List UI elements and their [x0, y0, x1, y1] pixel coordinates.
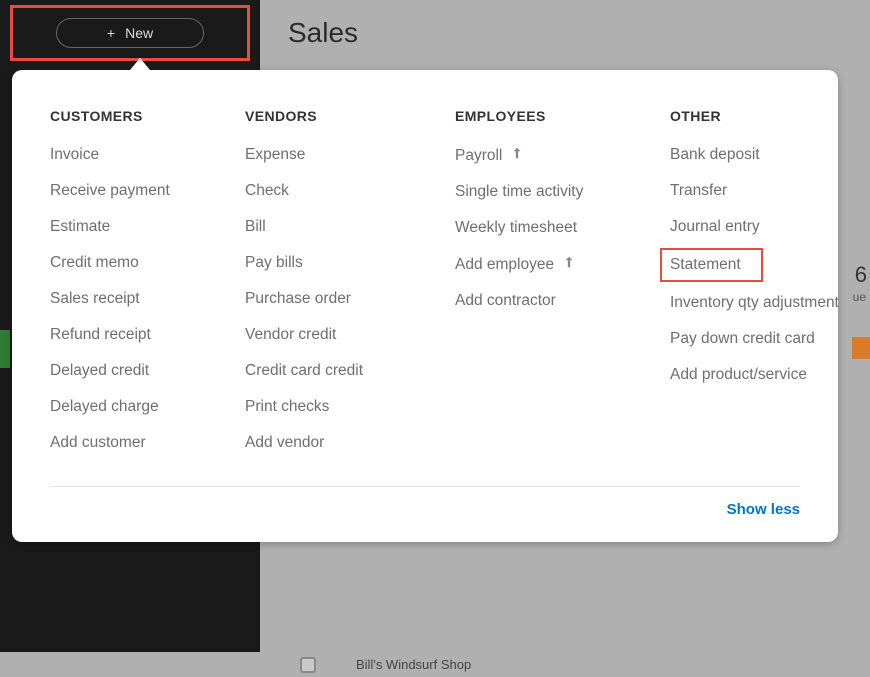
column-heading-employees: EMPLOYEES — [455, 108, 650, 124]
menu-item-vendor-credit[interactable]: Vendor credit — [245, 326, 435, 344]
menu-item-credit-card-credit[interactable]: Credit card credit — [245, 362, 435, 380]
menu-item-label: Add product/service — [670, 366, 807, 384]
menu-item-check[interactable]: Check — [245, 182, 435, 200]
menu-item-bill[interactable]: Bill — [245, 218, 435, 236]
top-bar: + New Sales — [0, 0, 870, 66]
menu-item-label: Print checks — [245, 398, 329, 416]
menu-item-invoice[interactable]: Invoice — [50, 146, 225, 164]
panel-columns: CUSTOMERS Invoice Receive payment Estimate… — [50, 108, 800, 452]
menu-item-label: Credit card credit — [245, 362, 363, 380]
menu-item-weekly-timesheet[interactable]: Weekly timesheet — [455, 219, 650, 237]
page-header: Sales — [260, 0, 870, 66]
bottom-strip: Bill's Windsurf Shop — [0, 652, 870, 677]
page-title: Sales — [288, 17, 358, 49]
menu-item-label: Add contractor — [455, 292, 556, 310]
menu-item-label: Delayed charge — [50, 398, 159, 416]
menu-item-pay-down-credit-card[interactable]: Pay down credit card — [670, 330, 860, 348]
menu-item-label: Pay bills — [245, 254, 303, 272]
menu-item-label: Add vendor — [245, 434, 324, 452]
menu-item-label: Add employee — [455, 256, 554, 274]
menu-item-label: Pay down credit card — [670, 330, 815, 348]
menu-item-label: Delayed credit — [50, 362, 149, 380]
new-button-highlight-box — [10, 5, 250, 61]
menu-item-add-contractor[interactable]: Add contractor — [455, 292, 650, 310]
menu-item-label: Bank deposit — [670, 146, 760, 164]
column-other: OTHER Bank deposit Transfer Journal entry S… — [670, 108, 860, 452]
menu-item-label: Bill — [245, 218, 266, 236]
menu-item-journal-entry[interactable]: Journal entry — [670, 218, 860, 236]
bottom-text-1: Bill's Windsurf Shop — [356, 657, 471, 672]
menu-item-statement[interactable]: Statement — [660, 248, 763, 282]
sidebar-header: + New — [0, 0, 260, 66]
column-heading-other: OTHER — [670, 108, 860, 124]
menu-item-single-time-activity[interactable]: Single time activity — [455, 183, 650, 201]
menu-item-label: Transfer — [670, 182, 727, 200]
menu-item-label: Statement — [670, 256, 741, 274]
menu-item-credit-memo[interactable]: Credit memo — [50, 254, 225, 272]
column-vendors: VENDORS Expense Check Bill Pay bills Purchas… — [245, 108, 435, 452]
menu-item-inventory-qty-adjustment[interactable]: Inventory qty adjustment — [670, 294, 860, 312]
menu-item-sales-receipt[interactable]: Sales receipt — [50, 290, 225, 308]
sidebar-accent — [0, 330, 10, 368]
panel-caret-icon — [130, 58, 150, 70]
menu-item-pay-bills[interactable]: Pay bills — [245, 254, 435, 272]
column-heading-customers: CUSTOMERS — [50, 108, 225, 124]
menu-item-label: Refund receipt — [50, 326, 151, 344]
menu-item-label: Single time activity — [455, 183, 583, 201]
menu-item-payroll[interactable]: Payroll — [455, 146, 650, 165]
column-heading-vendors: VENDORS — [245, 108, 435, 124]
panel-divider — [50, 486, 800, 487]
new-transaction-panel: CUSTOMERS Invoice Receive payment Estimate… — [12, 70, 838, 542]
arrow-up-icon — [562, 255, 576, 274]
menu-item-label: Credit memo — [50, 254, 139, 272]
menu-item-add-product-service[interactable]: Add product/service — [670, 366, 860, 384]
menu-item-label: Journal entry — [670, 218, 760, 236]
menu-item-label: Weekly timesheet — [455, 219, 577, 237]
menu-item-add-customer[interactable]: Add customer — [50, 434, 225, 452]
column-customers: CUSTOMERS Invoice Receive payment Estimate… — [50, 108, 225, 452]
menu-item-label: Check — [245, 182, 289, 200]
menu-item-label: Vendor credit — [245, 326, 336, 344]
menu-item-label: Sales receipt — [50, 290, 140, 308]
menu-item-label: Invoice — [50, 146, 99, 164]
menu-item-label: Estimate — [50, 218, 110, 236]
menu-item-purchase-order[interactable]: Purchase order — [245, 290, 435, 308]
menu-item-delayed-credit[interactable]: Delayed credit — [50, 362, 225, 380]
menu-item-receive-payment[interactable]: Receive payment — [50, 182, 225, 200]
arrow-up-icon — [510, 146, 524, 165]
panel-footer: Show less — [50, 501, 800, 518]
menu-item-expense[interactable]: Expense — [245, 146, 435, 164]
column-employees: EMPLOYEES Payroll Single time activity Wee… — [455, 108, 650, 452]
menu-item-bank-deposit[interactable]: Bank deposit — [670, 146, 860, 164]
menu-item-add-vendor[interactable]: Add vendor — [245, 434, 435, 452]
menu-item-estimate[interactable]: Estimate — [50, 218, 225, 236]
menu-item-print-checks[interactable]: Print checks — [245, 398, 435, 416]
menu-item-refund-receipt[interactable]: Refund receipt — [50, 326, 225, 344]
checkbox[interactable] — [300, 657, 316, 673]
show-less-link[interactable]: Show less — [727, 501, 800, 518]
menu-item-transfer[interactable]: Transfer — [670, 182, 860, 200]
menu-item-label: Receive payment — [50, 182, 170, 200]
menu-item-label: Payroll — [455, 147, 502, 165]
menu-item-label: Expense — [245, 146, 305, 164]
menu-item-add-employee[interactable]: Add employee — [455, 255, 650, 274]
menu-item-delayed-charge[interactable]: Delayed charge — [50, 398, 225, 416]
menu-item-label: Inventory qty adjustment — [670, 294, 839, 312]
menu-item-label: Add customer — [50, 434, 146, 452]
menu-item-label: Purchase order — [245, 290, 351, 308]
